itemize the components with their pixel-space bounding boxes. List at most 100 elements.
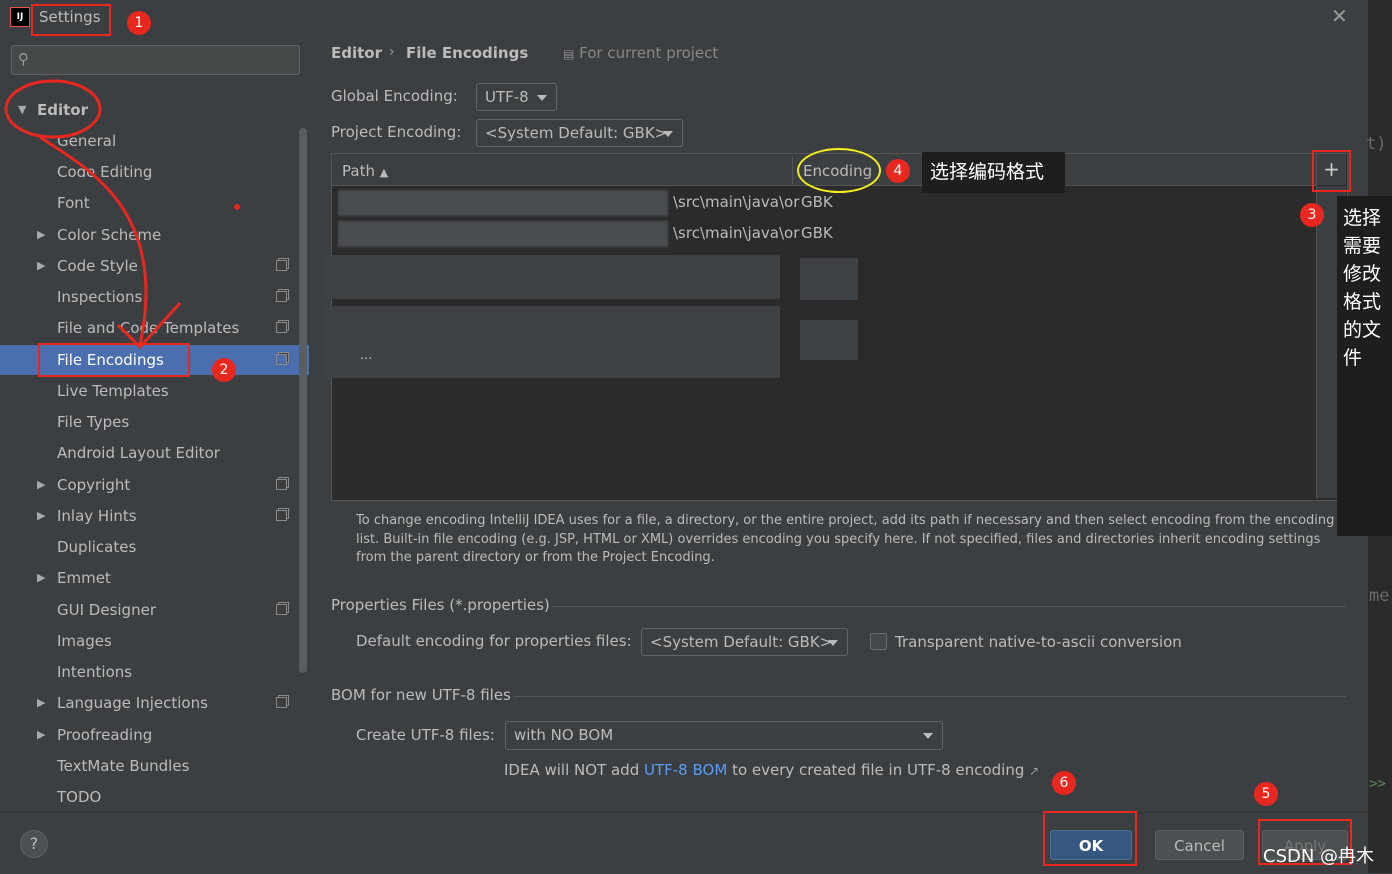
background-code-text: t) <box>1366 134 1387 154</box>
sidebar-item-label: Language Injections <box>57 694 208 712</box>
sidebar-item-label: TextMate Bundles <box>57 757 190 775</box>
help-button[interactable]: ? <box>20 830 48 858</box>
background-code-text: >> <box>1369 776 1386 792</box>
table-row-encoding[interactable]: GBK <box>801 193 833 211</box>
chevron-down-icon <box>663 131 673 137</box>
bom-note-text: to every created file in UTF-8 encoding <box>732 761 1025 779</box>
sidebar-item-live-templates[interactable]: Live Templates <box>0 376 300 406</box>
column-divider <box>792 156 793 184</box>
sidebar-item-label: GUI Designer <box>57 601 156 619</box>
create-utf8-select[interactable]: with NO BOM <box>505 721 943 750</box>
sidebar-item-label: Intentions <box>57 663 133 681</box>
sidebar-item-label: Proofreading <box>57 726 153 744</box>
breadcrumb-current: File Encodings <box>406 44 529 62</box>
annotation-ellipse-encoding <box>797 148 881 193</box>
sidebar-item-todo[interactable]: TODO <box>0 782 300 812</box>
sidebar-item-duplicates[interactable]: Duplicates <box>0 532 300 562</box>
project-level-icon <box>276 479 287 490</box>
sidebar-item-proofreading[interactable]: ▶ Proofreading <box>0 720 300 750</box>
native-to-ascii-checkbox[interactable] <box>870 633 887 650</box>
obscured-encoding <box>800 320 858 360</box>
annotation-curve <box>39 135 148 346</box>
chevron-right-icon[interactable]: ▶ <box>37 501 45 531</box>
annotation-badge-3: 3 <box>1300 203 1324 227</box>
project-level-icon <box>276 510 287 521</box>
sidebar-item-file-types[interactable]: File Types <box>0 407 300 437</box>
annotation-box-ok <box>1043 811 1137 866</box>
sidebar-item-images[interactable]: Images <box>0 626 300 656</box>
utf8-bom-link[interactable]: UTF-8 BOM <box>644 761 727 779</box>
table-row-path[interactable]: \src\main\java\or <box>673 193 799 211</box>
scope-hint: ▤ For current project <box>563 44 718 62</box>
sidebar-item-label: TODO <box>57 788 102 806</box>
project-level-icon <box>276 291 287 302</box>
chevron-right-icon[interactable]: ▶ <box>37 470 45 500</box>
sidebar-item-label: Images <box>57 632 112 650</box>
scope-label: For current project <box>579 44 719 62</box>
sidebar-item-label: Duplicates <box>57 538 137 556</box>
global-encoding-label: Global Encoding: <box>331 87 458 105</box>
project-encoding-select[interactable]: <System Default: GBK> <box>476 119 683 147</box>
sidebar-item-label: Android Layout Editor <box>57 444 220 462</box>
sidebar-item-label: Emmet <box>57 569 111 587</box>
table-row-encoding[interactable]: GBK <box>801 224 833 242</box>
annotation-arrowhead <box>116 301 182 350</box>
bom-note: IDEA will NOT add UTF-8 BOM to every cre… <box>504 761 1039 779</box>
annotation-badge-2: 2 <box>212 358 236 382</box>
annotation-box-file-encodings <box>38 343 190 377</box>
sidebar-item-language-injections[interactable]: ▶ Language Injections <box>0 688 300 718</box>
project-level-icon <box>276 322 287 333</box>
native-to-ascii-label[interactable]: Transparent native-to-ascii conversion <box>895 633 1182 651</box>
create-utf8-value: with NO BOM <box>514 726 614 744</box>
properties-encoding-select[interactable]: <System Default: GBK> <box>641 628 848 656</box>
obscured-path <box>325 306 780 378</box>
sidebar-item-inlay-hints[interactable]: ▶ Inlay Hints <box>0 501 300 531</box>
intellij-app-icon: IJ <box>10 7 30 27</box>
properties-encoding-value: <System Default: GBK> <box>650 633 833 651</box>
chevron-right-icon[interactable]: ▶ <box>37 720 45 750</box>
create-utf8-label: Create UTF-8 files: <box>356 726 495 744</box>
project-level-icon <box>276 354 287 365</box>
project-level-icon <box>276 697 287 708</box>
sort-ascending-icon: ▲ <box>379 166 389 179</box>
global-encoding-select[interactable]: UTF-8 <box>476 83 557 111</box>
sidebar-item-copyright[interactable]: ▶ Copyright <box>0 470 300 500</box>
annotation-tip-select-file: 选择需要修改格式的文件 <box>1337 196 1392 536</box>
global-encoding-value: UTF-8 <box>485 88 529 106</box>
project-level-icon <box>276 604 287 615</box>
obscured-path <box>325 255 780 299</box>
sidebar-item-android-layout-editor[interactable]: Android Layout Editor <box>0 438 300 468</box>
annotation-badge-1: 1 <box>127 11 151 35</box>
chevron-down-icon <box>828 640 838 646</box>
table-row-ellipsis: ... <box>360 348 373 363</box>
close-icon[interactable]: ✕ <box>1331 4 1348 28</box>
breadcrumb-separator: › <box>389 44 395 60</box>
properties-section-title: Properties Files (*.properties) <box>331 596 550 614</box>
obscured-encoding <box>800 258 858 300</box>
sidebar-item-label: Inlay Hints <box>57 507 137 525</box>
annotation-box-settings <box>31 4 111 36</box>
chevron-down-icon <box>923 733 933 739</box>
bom-section-title: BOM for new UTF-8 files <box>331 686 511 704</box>
chevron-right-icon[interactable]: ▶ <box>37 563 45 593</box>
section-divider <box>552 606 1346 607</box>
chevron-down-icon <box>537 95 547 101</box>
sidebar-item-intentions[interactable]: Intentions <box>0 657 300 687</box>
settings-search-input[interactable] <box>11 45 300 75</box>
properties-default-label: Default encoding for properties files: <box>356 632 632 650</box>
section-divider <box>514 696 1346 697</box>
chevron-right-icon[interactable]: ▶ <box>37 688 45 718</box>
sidebar-item-textmate-bundles[interactable]: TextMate Bundles <box>0 751 300 781</box>
sidebar-item-emmet[interactable]: ▶ Emmet <box>0 563 300 593</box>
breadcrumb-root[interactable]: Editor <box>331 44 382 62</box>
sidebar-item-gui-designer[interactable]: GUI Designer <box>0 595 300 625</box>
annotation-badge-4: 4 <box>886 159 910 183</box>
cancel-button[interactable]: Cancel <box>1155 830 1244 860</box>
sidebar-item-label: File Types <box>57 413 130 431</box>
table-row-path[interactable]: \src\main\java\or <box>673 224 799 242</box>
column-header-path[interactable]: Path ▲ <box>342 162 388 180</box>
sidebar-scrollbar[interactable] <box>299 128 307 673</box>
sidebar-item-label: Live Templates <box>57 382 169 400</box>
annotation-circle-editor <box>4 79 102 139</box>
title-bar <box>0 0 1368 38</box>
